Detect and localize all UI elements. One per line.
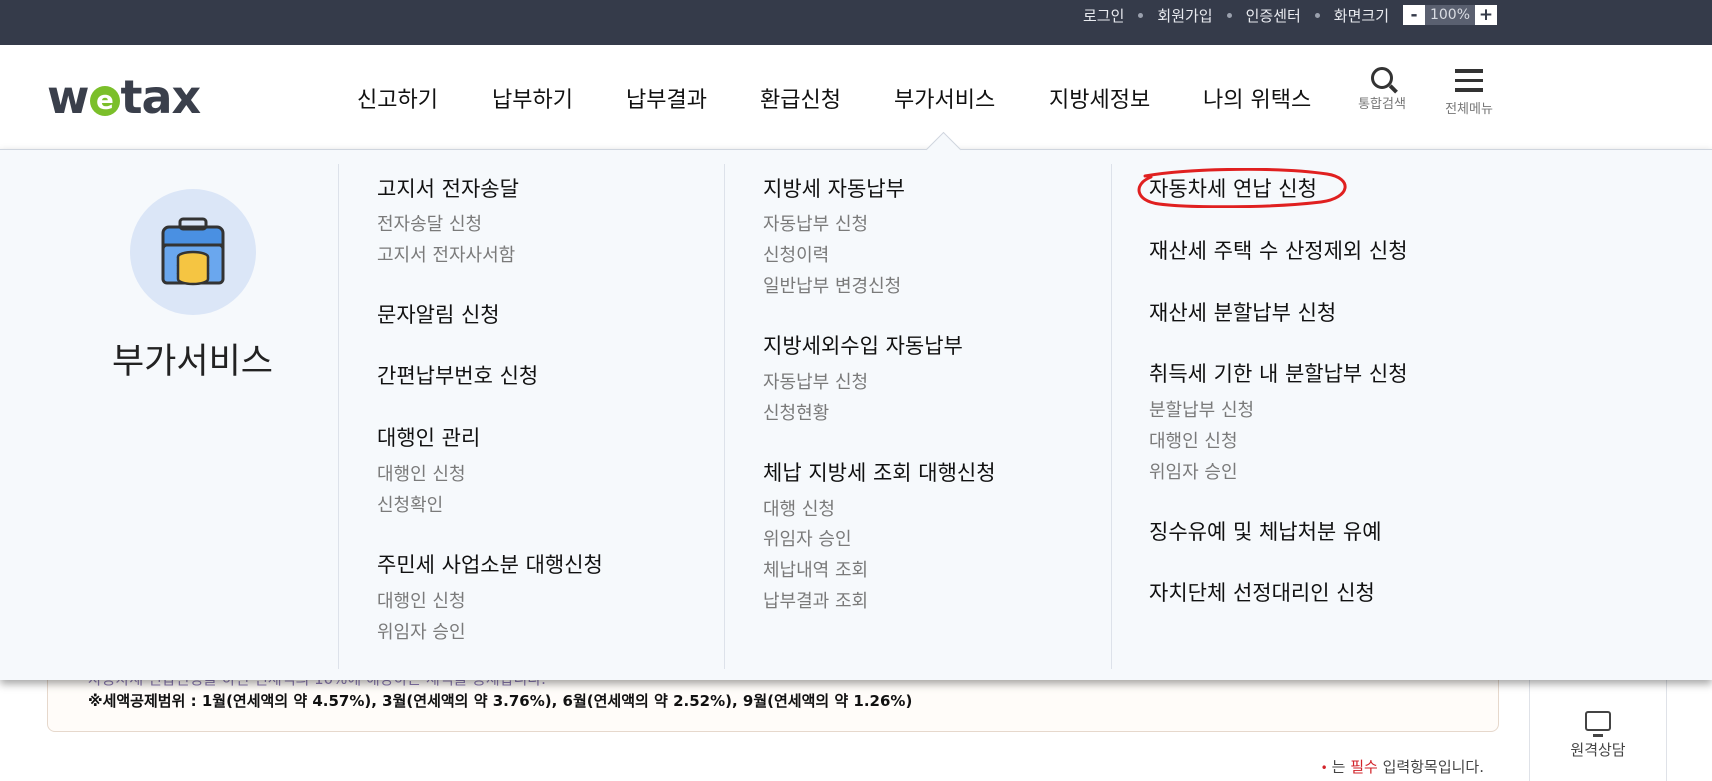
menu-arrears-inquiry-agent[interactable]: 체납 지방세 조회 대행신청 [763, 457, 996, 487]
column-divider [724, 164, 725, 669]
login-link[interactable]: 로그인 [1083, 5, 1124, 26]
menu-agent-apply[interactable]: 대행인 신청 [377, 460, 466, 486]
cert-center-link[interactable]: 인증센터 [1246, 5, 1301, 26]
menu-property-tax-installment[interactable]: 재산세 분할납부 신청 [1149, 297, 1336, 327]
nav-my-wetax[interactable]: 나의 위택스 [1203, 82, 1311, 114]
nav-refund[interactable]: 환급신청 [760, 82, 841, 114]
menu-acquisition-tax-installment[interactable]: 취득세 기한 내 분할납부 신청 [1149, 358, 1408, 388]
menu-local-gov-agent[interactable]: 자치단체 선정대리인 신청 [1149, 577, 1375, 607]
main-header: w e tax 신고하기 납부하기 납부결과 환급신청 부가서비스 지방세정보 … [0, 45, 1712, 150]
nav-local-tax-info[interactable]: 지방세정보 [1049, 82, 1150, 114]
menu-auto-pay[interactable]: 지방세 자동납부 [763, 173, 905, 203]
screen-size-label: 화면크기 [1333, 6, 1389, 25]
menu-acq-agent-apply[interactable]: 대행인 신청 [1149, 427, 1238, 453]
hamburger-icon [1455, 67, 1483, 92]
red-annotation-circle [1137, 168, 1347, 208]
menu-agent-request[interactable]: 대행 신청 [763, 495, 835, 521]
menu-collection-deferral[interactable]: 징수유예 및 체납처분 유예 [1149, 516, 1382, 546]
menu-e-delivery[interactable]: 고지서 전자송달 [377, 173, 519, 203]
menu-acq-delegator-approve[interactable]: 위임자 승인 [1149, 458, 1238, 484]
menu-sms-alert[interactable]: 문자알림 신청 [377, 299, 500, 329]
menu-installment-apply[interactable]: 분할납부 신청 [1149, 396, 1254, 422]
logo-w: w [47, 70, 89, 124]
menu-delegator-approve[interactable]: 위임자 승인 [763, 525, 852, 551]
search-label: 통합검색 [1358, 97, 1406, 112]
info-text-line2: ※세액공제범위 : 1월(연세액의 약 4.57%), 3월(연세액의 약 3.… [88, 692, 913, 710]
remote-support-label: 원격상담 [1570, 741, 1626, 759]
logo-tax: tax [120, 70, 202, 124]
column-divider [338, 164, 339, 669]
wetax-logo[interactable]: w e tax [47, 69, 202, 125]
separator-dot [1138, 12, 1144, 18]
separator-dot [1314, 12, 1320, 18]
menu-nontax-auto-pay-apply[interactable]: 자동납부 신청 [763, 368, 868, 394]
remote-support-button[interactable]: 원격상담 [1529, 670, 1667, 781]
menu-apply-confirm[interactable]: 신청확인 [377, 491, 443, 517]
briefcase-coins-icon [130, 189, 256, 315]
search-button[interactable]: 통합검색 [1352, 67, 1412, 112]
menu-simple-pay-number[interactable]: 간편납부번호 신청 [377, 360, 538, 390]
menu-auto-pay-apply[interactable]: 자동납부 신청 [763, 210, 868, 236]
nav-pay-result[interactable]: 납부결과 [626, 82, 707, 114]
separator-dot [1226, 12, 1232, 18]
zoom-out-button[interactable]: - [1403, 5, 1425, 25]
menu-resident-delegator-approve[interactable]: 위임자 승인 [377, 618, 466, 644]
utility-links: 로그인 회원가입 인증센터 화면크기 - 100% + [1083, 0, 1497, 30]
menu-apply-status[interactable]: 신청현황 [763, 399, 829, 425]
menu-e-delivery-apply[interactable]: 전자송달 신청 [377, 210, 482, 236]
menu-property-tax-house-exclusion[interactable]: 재산세 주택 수 산정제외 신청 [1149, 235, 1408, 265]
menu-apply-history[interactable]: 신청이력 [763, 241, 829, 267]
nav-report[interactable]: 신고하기 [357, 82, 438, 114]
menu-normal-pay-change[interactable]: 일반납부 변경신청 [763, 272, 901, 298]
required-bullet-icon: • [1320, 761, 1328, 775]
menu-nontax-auto-pay[interactable]: 지방세외수입 자동납부 [763, 330, 963, 360]
top-utility-bar: 로그인 회원가입 인증센터 화면크기 - 100% + [0, 0, 1712, 45]
menu-agent-management[interactable]: 대행인 관리 [377, 422, 480, 452]
nav-extra-services[interactable]: 부가서비스 [894, 82, 995, 114]
zoom-control: - 100% + [1403, 5, 1497, 25]
zoom-in-button[interactable]: + [1475, 5, 1497, 25]
zoom-level: 100% [1425, 5, 1475, 25]
search-icon [1371, 67, 1393, 89]
menu-e-mailbox[interactable]: 고지서 전자사서함 [377, 241, 515, 267]
mega-menu-extra-services: 부가서비스 고지서 전자송달 전자송달 신청 고지서 전자사서함 문자알림 신청… [0, 131, 1712, 680]
column-divider [1111, 164, 1112, 669]
menu-pay-result-inquiry[interactable]: 납부결과 조회 [763, 587, 868, 613]
nav-pay[interactable]: 납부하기 [492, 82, 573, 114]
required-word: 필수 [1350, 758, 1378, 776]
monitor-icon [1585, 711, 1611, 737]
required-note: • 는 필수 입력항목입니다. [1320, 758, 1484, 776]
full-menu-button[interactable]: 전체메뉴 [1439, 67, 1499, 117]
menu-resident-tax-agent[interactable]: 주민세 사업소분 대행신청 [377, 549, 603, 579]
full-menu-label: 전체메뉴 [1445, 101, 1493, 117]
mega-menu-title: 부가서비스 [111, 342, 273, 382]
signup-link[interactable]: 회원가입 [1157, 5, 1212, 26]
menu-resident-agent-apply[interactable]: 대행인 신청 [377, 587, 466, 613]
menu-arrears-history[interactable]: 체납내역 조회 [763, 556, 868, 582]
logo-e-icon: e [89, 86, 120, 116]
